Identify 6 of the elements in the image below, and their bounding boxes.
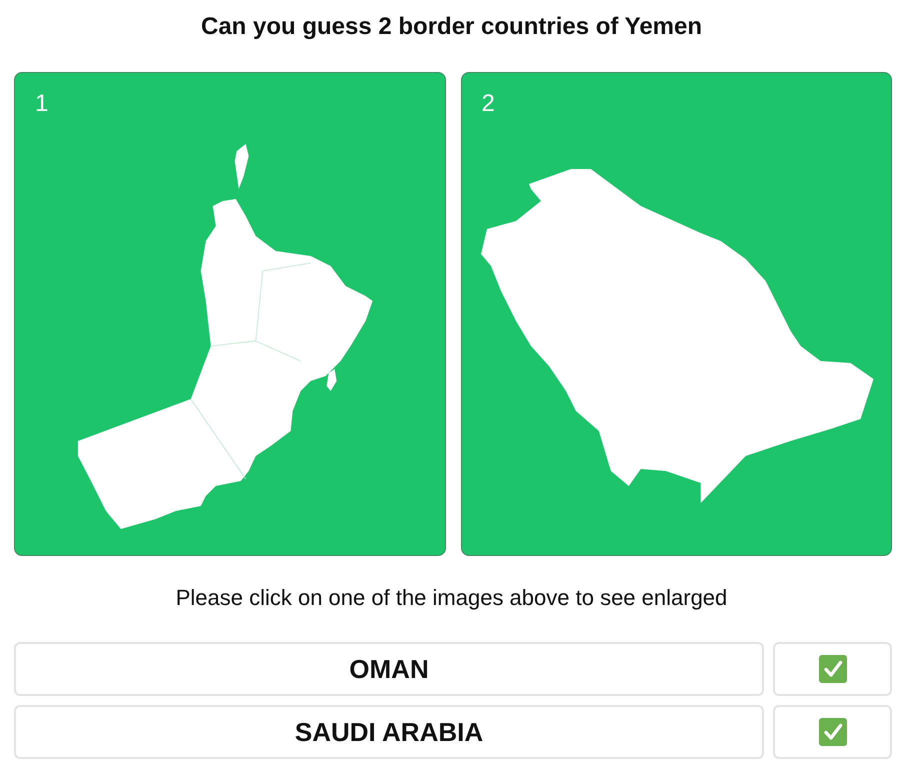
answer-field[interactable]: SAUDI ARABIA xyxy=(14,705,764,759)
instruction-text: Please click on one of the images above to see enlarged xyxy=(176,584,728,612)
answer-field[interactable]: OMAN xyxy=(14,642,764,696)
quiz-title: Can you guess 2 border countries of Yemen xyxy=(200,12,702,42)
map-number: 1 xyxy=(35,90,48,118)
map-number: 2 xyxy=(482,90,495,118)
